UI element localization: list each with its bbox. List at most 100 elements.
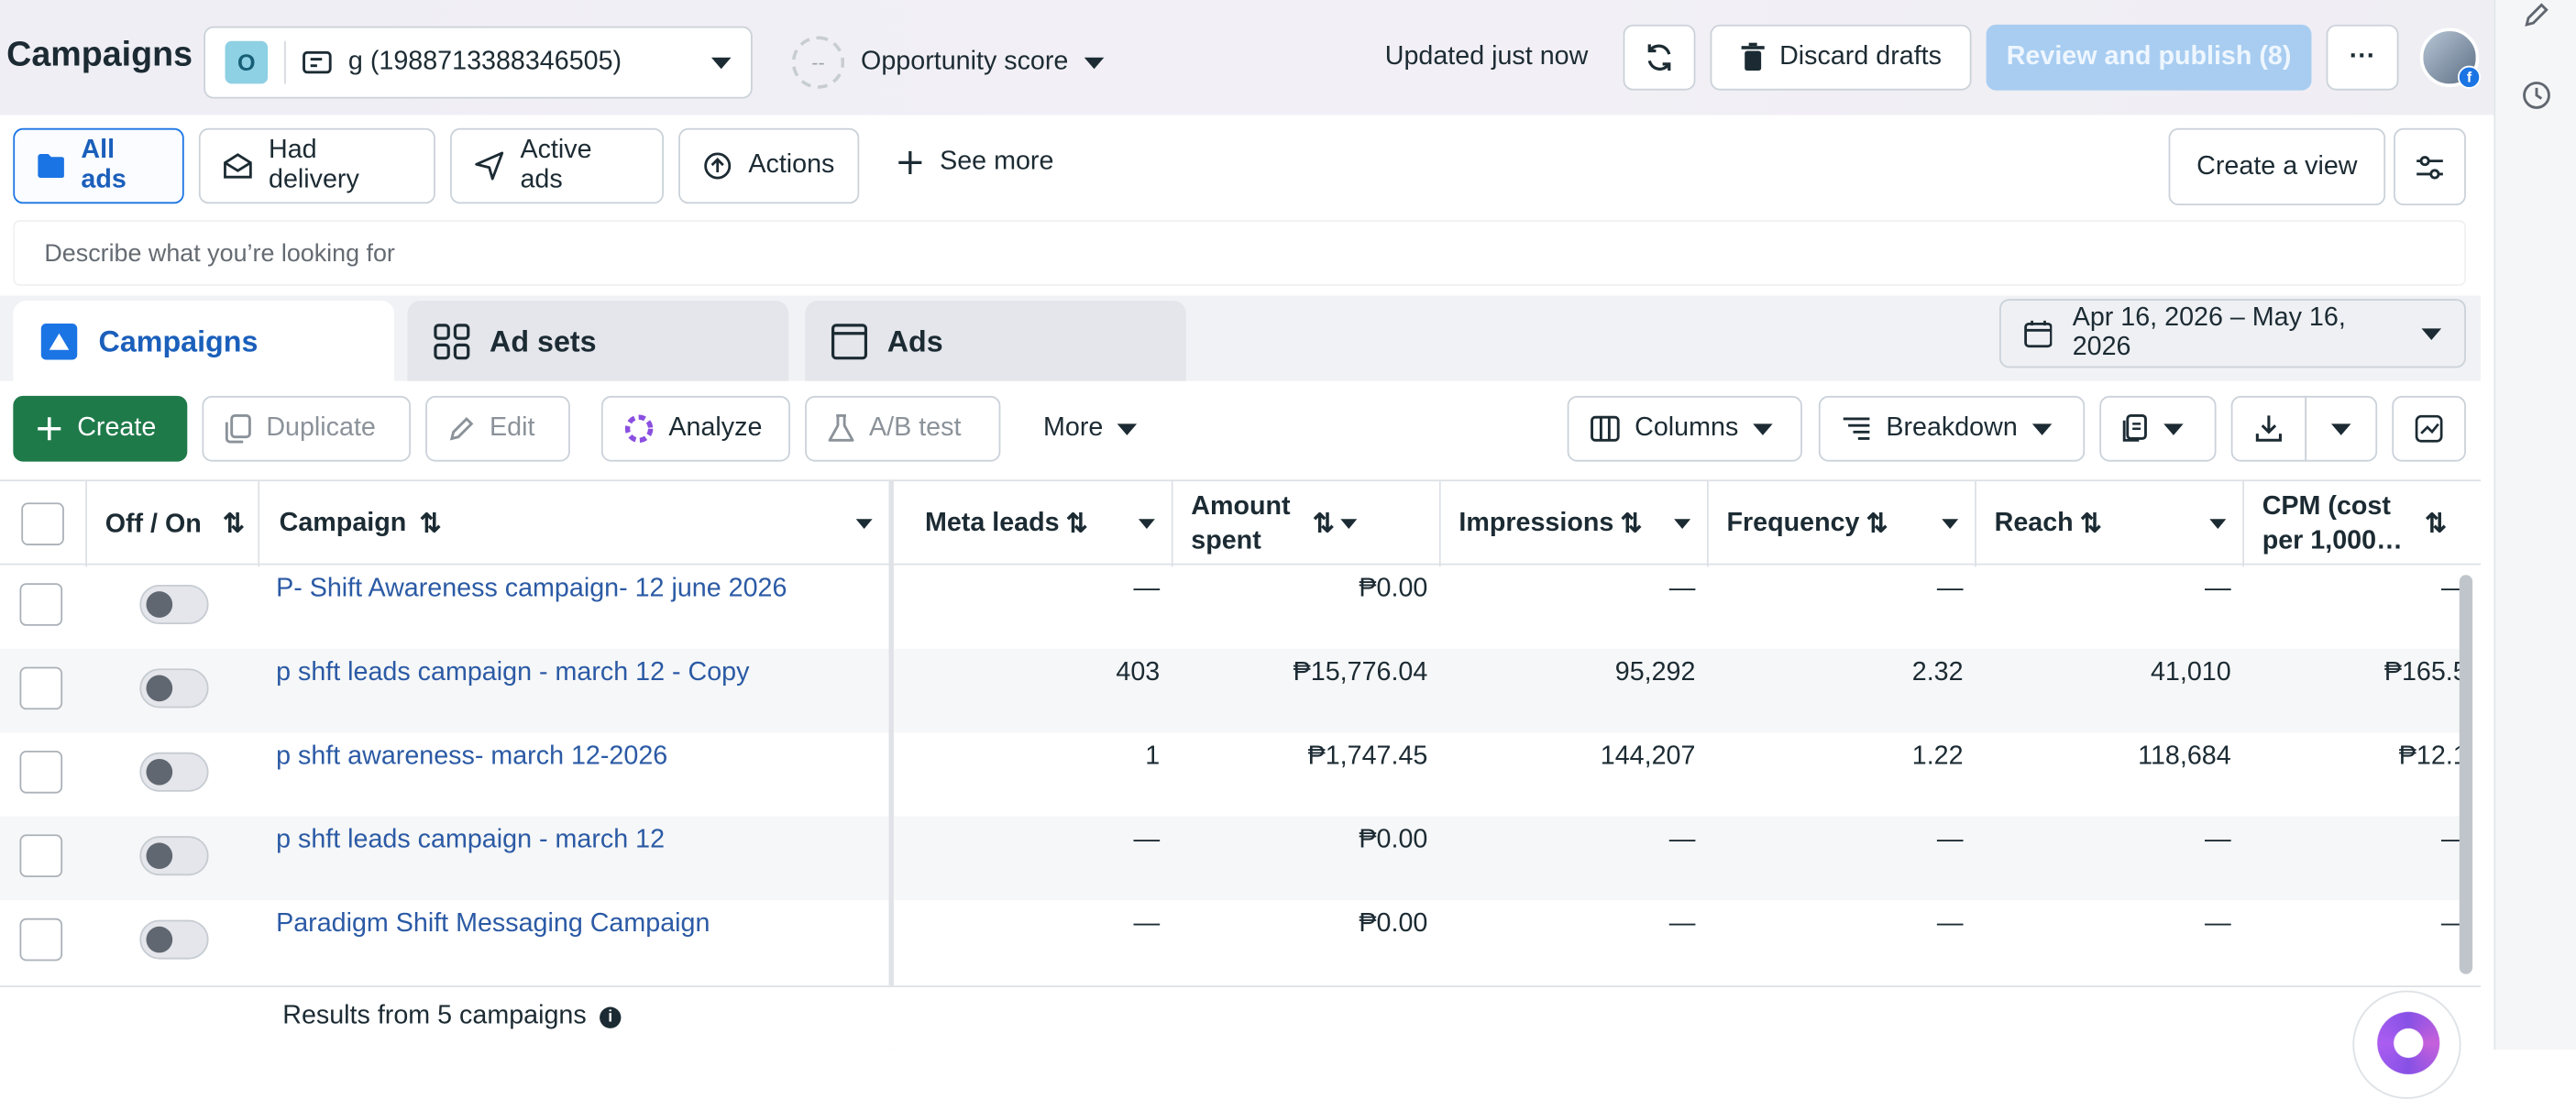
campaign-on-off-toggle[interactable] [139,668,209,709]
column-menu-icon[interactable] [1341,519,1359,530]
sort-icon[interactable]: ⇅ [223,508,245,541]
create-button[interactable]: Create [13,395,188,462]
chevron-down-icon [2330,423,2351,435]
sort-icon[interactable]: ⇅ [2425,508,2447,541]
filter-active-ads[interactable]: Active ads [450,127,665,204]
column-menu-icon[interactable] [855,519,873,530]
cell-amount-spent: ₱0.00 [1359,826,1428,854]
columns-button[interactable]: Columns [1567,395,1802,462]
campaign-name-link[interactable]: p shft leads campaign - march 12 [276,817,665,900]
campaign-name-link[interactable]: p shft awareness- march 12-2026 [276,732,667,816]
view-settings-button[interactable] [2394,127,2466,206]
see-more-button[interactable]: See more [897,148,1053,177]
table-row[interactable]: p shft leads campaign - march 12 — ₱0.00 — —… [0,816,2468,901]
row-select-cell [19,649,63,732]
date-range-picker[interactable]: Apr 16, 2026 – May 16, 2026 [1998,299,2466,368]
row-checkbox[interactable] [19,666,63,710]
select-all-checkbox[interactable] [21,502,64,545]
column-header-off-on[interactable]: Off / On ⇅ [87,481,260,567]
table-row[interactable]: p shft awareness- march 12-2026 1 ₱1,747.4… [0,732,2468,816]
send-icon [475,151,504,181]
ai-assistant-button[interactable] [2352,990,2461,1099]
account-label: g (1988713388346505) [347,47,622,76]
cell-reach: — [2204,826,2231,854]
row-select-cell [19,732,63,816]
ab-test-button[interactable]: A/B test [805,395,1001,462]
export-options-button[interactable] [2305,395,2378,462]
table-row[interactable]: p shft leads campaign - march 12 - Copy 4… [0,648,2468,733]
sort-icon[interactable]: ⇅ [1313,508,1335,541]
table-row[interactable]: Paradigm Shift Messaging Campaign — ₱0.00 —… [0,900,2468,984]
calendar-icon [2024,320,2053,348]
campaign-name-link[interactable]: Paradigm Shift Messaging Campaign [276,900,710,984]
campaign-on-off-toggle[interactable] [139,752,209,792]
discard-drafts-button[interactable]: Discard drafts [1710,24,1972,91]
campaign-name-link[interactable]: P- Shift Awareness campaign- 12 june 202… [276,565,787,648]
info-icon[interactable]: i [600,1006,622,1028]
column-menu-icon[interactable] [1138,519,1155,530]
analyze-button[interactable]: Analyze [600,395,791,462]
column-header-campaign[interactable]: Campaign ⇅ [259,481,891,567]
account-selector[interactable]: O g (1988713388346505) [204,26,753,99]
breakdown-button[interactable]: Breakdown [1818,395,2086,462]
filter-label: Actions [748,150,835,180]
tab-ad-sets[interactable]: Ad sets [407,300,789,383]
sort-icon[interactable]: ⇅ [1066,508,1088,541]
refresh-icon [1647,44,1671,71]
row-checkbox[interactable] [19,918,63,962]
edit-label: Edit [490,413,535,443]
row-checkbox[interactable] [19,750,63,794]
search-input[interactable]: Describe what you’re looking for [13,220,2466,286]
search-placeholder: Describe what you’re looking for [44,238,395,268]
filter-actions[interactable]: Actions [678,127,860,204]
more-actions-button[interactable]: More [1021,395,1170,462]
table-row[interactable]: P- Shift Awareness campaign- 12 june 202… [0,565,2468,648]
column-menu-icon[interactable] [1674,519,1691,530]
create-view-button[interactable]: Create a view [2168,127,2386,206]
column-header-frequency[interactable]: Frequency ⇅ [1709,481,1976,567]
sort-icon[interactable]: ⇅ [1866,508,1888,541]
sort-icon[interactable]: ⇅ [1620,508,1642,541]
edit-button[interactable]: Edit [425,395,570,462]
campaign-on-off-toggle[interactable] [139,919,209,960]
column-menu-icon[interactable] [1942,519,1959,530]
review-and-publish-button[interactable]: Review and publish (8) [1986,24,2312,91]
opportunity-score-label: Opportunity score [861,47,1069,76]
results-label: Results from 5 campaigns [282,1002,587,1030]
campaign-on-off-toggle[interactable] [139,836,209,876]
campaign-on-off-toggle[interactable] [139,584,209,624]
duplicate-button[interactable]: Duplicate [202,395,412,462]
profile-avatar[interactable]: f [2419,27,2482,89]
column-header-amount-spent[interactable]: Amount spent ⇅ [1173,481,1441,567]
export-button[interactable] [2230,395,2307,462]
refresh-button[interactable] [1623,24,1696,91]
tab-ads[interactable]: Ads [805,300,1186,383]
column-header-cpm[interactable]: CPM (cost per 1,000… ⇅ [2244,481,2481,566]
pencil-icon[interactable] [2522,0,2551,29]
column-header-meta-leads[interactable]: Meta leads ⇅ [907,481,1173,567]
vertical-scrollbar[interactable] [2459,575,2473,974]
clock-icon[interactable] [2522,81,2551,110]
plus-icon [898,150,922,174]
facebook-badge-icon: f [2457,65,2482,89]
row-checkbox[interactable] [19,834,63,877]
sort-icon[interactable]: ⇅ [2080,508,2102,541]
analyze-label: Analyze [668,413,763,443]
tab-campaigns[interactable]: Campaigns [13,300,395,383]
opportunity-score-button[interactable]: -- Opportunity score [791,36,1105,89]
filter-all-ads[interactable]: All ads [13,127,184,204]
charts-button[interactable] [2392,395,2466,462]
frozen-column-divider [888,479,894,1050]
more-options-button[interactable]: ··· [2326,24,2399,91]
column-header-reach[interactable]: Reach ⇅ [1976,481,2245,567]
campaign-name-link[interactable]: p shft leads campaign - march 12 - Copy [276,649,749,732]
row-checkbox[interactable] [19,583,63,626]
sliders-icon [2416,155,2443,179]
column-menu-icon[interactable] [2209,519,2227,530]
page-title: Campaigns [6,36,193,74]
tab-label: Ad sets [490,324,597,357]
reports-button[interactable] [2099,395,2217,462]
sort-icon[interactable]: ⇅ [420,508,442,541]
column-header-impressions[interactable]: Impressions ⇅ [1441,481,1709,567]
filter-had-delivery[interactable]: Had delivery [198,127,435,204]
